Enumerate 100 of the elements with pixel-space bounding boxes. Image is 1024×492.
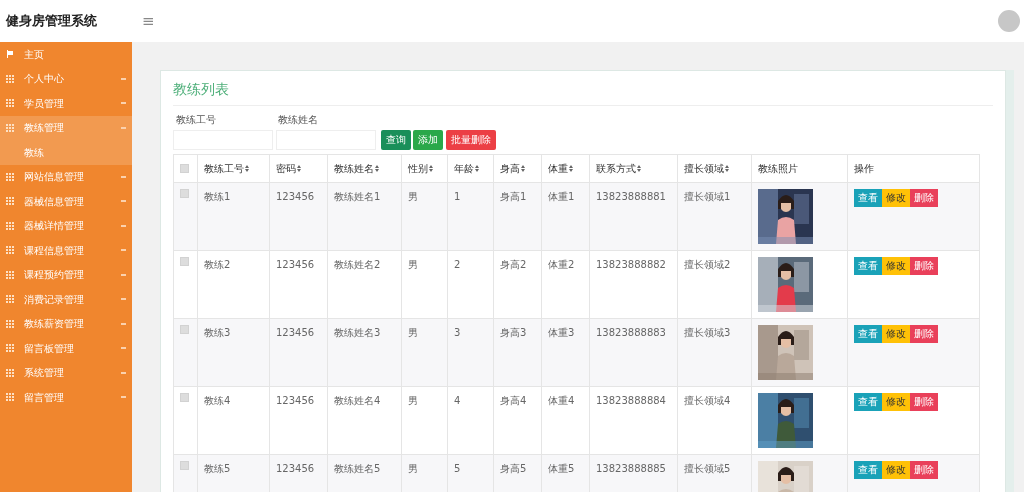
sort-icon[interactable] <box>637 165 641 173</box>
table-cell: 男 <box>408 462 418 474</box>
edit-button[interactable]: 修改 <box>882 392 910 411</box>
table-cell: 身高2 <box>500 258 527 270</box>
grid-icon <box>6 221 14 230</box>
table-cell: 教练姓名1 <box>334 190 381 202</box>
column-header[interactable]: 年龄 <box>454 162 474 174</box>
table-cell: 身高3 <box>500 326 527 338</box>
delete-button[interactable]: 删除 <box>910 324 938 343</box>
batch-delete-button[interactable]: 批量删除 <box>445 129 496 150</box>
edit-button[interactable]: 修改 <box>882 188 910 207</box>
grid-icon <box>6 123 14 132</box>
delete-button[interactable]: 删除 <box>910 460 938 479</box>
view-button[interactable]: 查看 <box>854 392 882 411</box>
caret-icon <box>121 126 126 129</box>
column-header[interactable]: 体重 <box>548 162 568 174</box>
checkbox[interactable] <box>180 256 189 266</box>
sidebar-item[interactable]: 教练薪资管理 <box>0 311 132 336</box>
table-cell: 男 <box>408 394 418 406</box>
sort-icon[interactable] <box>725 165 729 173</box>
edit-button[interactable]: 修改 <box>882 324 910 343</box>
table-cell: 身高5 <box>500 462 527 474</box>
sidebar-item[interactable]: 网站信息管理 <box>0 164 132 189</box>
table-cell: 教练姓名4 <box>334 394 381 406</box>
column-header: 操作 <box>854 162 874 174</box>
grid-icon <box>6 172 14 181</box>
column-header[interactable]: 身高 <box>500 162 520 174</box>
field-label: 教练姓名 <box>278 113 319 127</box>
sort-icon[interactable] <box>297 165 301 173</box>
table-cell: 5 <box>454 462 461 474</box>
sort-icon[interactable] <box>475 165 479 173</box>
checkbox[interactable] <box>180 460 189 470</box>
column-header: 教练照片 <box>758 162 798 174</box>
caret-icon <box>121 371 126 374</box>
checkbox[interactable] <box>180 188 189 198</box>
checkbox[interactable] <box>180 324 189 334</box>
checkbox[interactable] <box>180 163 189 173</box>
column-header[interactable]: 教练姓名 <box>334 162 374 174</box>
column-header[interactable]: 密码 <box>276 162 296 174</box>
table-cell: 男 <box>408 258 418 270</box>
table-cell: 1 <box>454 190 461 202</box>
column-header[interactable]: 联系方式 <box>596 162 636 174</box>
sort-icon[interactable] <box>429 165 433 173</box>
sidebar-item[interactable]: 个人中心 <box>0 66 132 91</box>
sidebar-item[interactable]: 留言板管理 <box>0 336 132 361</box>
caret-icon <box>121 273 126 276</box>
add-button[interactable]: 添加 <box>413 129 443 150</box>
grid-icon <box>6 368 14 377</box>
sidebar-item[interactable]: 留言管理 <box>0 385 132 410</box>
table-cell: 教练姓名3 <box>334 326 381 338</box>
table-cell: 体重3 <box>548 326 575 338</box>
checkbox[interactable] <box>180 392 189 402</box>
table-cell: 教练5 <box>204 462 231 474</box>
edit-button[interactable]: 修改 <box>882 256 910 275</box>
sidebar-item[interactable]: 器械信息管理 <box>0 189 132 214</box>
search-button[interactable]: 查询 <box>380 129 411 150</box>
caret-icon <box>121 224 126 227</box>
caret-icon <box>121 396 126 399</box>
sidebar-item[interactable]: 教练管理 <box>0 115 132 140</box>
table-cell: 擅长领域5 <box>684 462 731 474</box>
grid-icon <box>6 393 14 402</box>
delete-button[interactable]: 删除 <box>910 392 938 411</box>
edit-button[interactable]: 修改 <box>882 460 910 479</box>
column-header[interactable]: 教练工号 <box>204 162 244 174</box>
table-cell: 身高4 <box>500 394 527 406</box>
sort-icon[interactable] <box>521 165 525 173</box>
table-cell: 13823888881 <box>596 190 666 202</box>
card-title: 教练列表 <box>173 79 993 106</box>
sort-icon[interactable] <box>375 165 379 173</box>
table-cell: 教练4 <box>204 394 231 406</box>
table-cell: 擅长领域4 <box>684 394 731 406</box>
sidebar-subitem[interactable]: 教练 <box>0 140 132 165</box>
view-button[interactable]: 查看 <box>854 188 882 207</box>
grid-icon <box>6 270 14 279</box>
sort-icon[interactable] <box>245 165 249 173</box>
table-cell: 教练姓名5 <box>334 462 381 474</box>
grid-icon <box>6 319 14 328</box>
sidebar-item[interactable]: 课程信息管理 <box>0 238 132 263</box>
sidebar-item[interactable]: 消费记录管理 <box>0 287 132 312</box>
column-header[interactable]: 性别 <box>408 162 428 174</box>
grid-icon <box>6 99 14 108</box>
view-button[interactable]: 查看 <box>854 256 882 275</box>
view-button[interactable]: 查看 <box>854 460 882 479</box>
column-header[interactable]: 擅长领域 <box>684 162 724 174</box>
table-cell: 123456 <box>276 190 315 202</box>
sidebar-item[interactable]: 系统管理 <box>0 360 132 385</box>
delete-button[interactable]: 删除 <box>910 256 938 275</box>
sidebar-item[interactable]: 学员管理 <box>0 91 132 116</box>
table-cell: 4 <box>454 394 461 406</box>
sidebar-item[interactable]: 器械详情管理 <box>0 213 132 238</box>
view-button[interactable]: 查看 <box>854 324 882 343</box>
sidebar-item[interactable]: 主页 <box>0 42 132 67</box>
field-label: 教练工号 <box>175 113 217 127</box>
delete-button[interactable]: 删除 <box>910 188 938 207</box>
sort-icon[interactable] <box>569 165 573 173</box>
table-cell: 教练3 <box>204 326 231 338</box>
table-cell: 123456 <box>276 462 315 474</box>
caret-icon <box>121 77 126 80</box>
grid-icon <box>6 197 14 206</box>
sidebar-item[interactable]: 课程预约管理 <box>0 262 132 287</box>
